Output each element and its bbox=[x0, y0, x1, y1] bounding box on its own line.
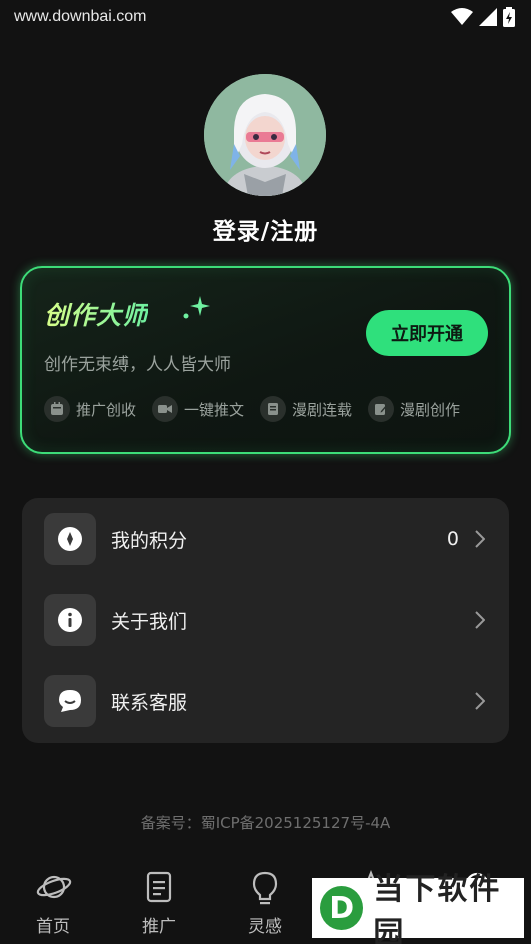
document-icon bbox=[146, 871, 172, 903]
feature-comic-create: 漫剧创作 bbox=[368, 396, 460, 422]
tab-promote[interactable]: 推广 bbox=[106, 860, 212, 944]
watermark-logo: D bbox=[320, 886, 364, 930]
vip-features: 推广创收 一键推文 漫剧连载 漫剧创作 bbox=[44, 396, 476, 422]
watermark: D 当下软件园 bbox=[312, 872, 524, 944]
icp-filing-text: 备案号：蜀ICP备2025125127号-4A bbox=[140, 814, 391, 832]
avatar-illustration bbox=[204, 74, 326, 196]
vip-card: 创作大师 创作无束缚，人人皆大师 立即开通 推广创收 一键推文 漫剧连载 漫剧创… bbox=[20, 266, 511, 454]
chevron-right-icon bbox=[475, 530, 485, 548]
menu-item-points[interactable]: 我的积分 0 bbox=[22, 499, 509, 579]
chevron-right-icon bbox=[475, 692, 485, 710]
vip-subtitle: 创作无束缚，人人皆大师 bbox=[44, 355, 231, 375]
feature-label: 漫剧连载 bbox=[292, 400, 353, 419]
info-icon bbox=[44, 594, 96, 646]
status-bar: www.downbai.com bbox=[0, 0, 531, 34]
chat-icon bbox=[44, 675, 96, 727]
menu-label: 关于我们 bbox=[111, 610, 188, 633]
feature-comic-serial: 漫剧连载 bbox=[260, 396, 352, 422]
vip-title: 创作大师 bbox=[44, 296, 148, 332]
tab-inspiration[interactable]: 灵感 bbox=[212, 860, 318, 944]
login-register-link[interactable]: 登录/注册 bbox=[0, 212, 531, 246]
lightbulb-icon bbox=[252, 871, 278, 905]
feature-label: 推广创收 bbox=[76, 400, 137, 419]
tab-home[interactable]: 首页 bbox=[0, 860, 106, 944]
feature-label: 漫剧创作 bbox=[400, 400, 461, 419]
status-url: www.downbai.com bbox=[14, 8, 147, 25]
points-icon bbox=[44, 513, 96, 565]
edit-icon bbox=[368, 396, 395, 422]
calendar-icon bbox=[44, 396, 70, 422]
avatar[interactable] bbox=[204, 74, 326, 196]
points-value: 0 bbox=[446, 528, 459, 550]
battery-icon bbox=[503, 7, 515, 27]
book-icon bbox=[260, 396, 287, 422]
menu-label: 联系客服 bbox=[111, 691, 188, 714]
activate-vip-button[interactable]: 立即开通 bbox=[366, 310, 488, 356]
sparkle-icon bbox=[183, 296, 210, 319]
video-icon bbox=[152, 396, 179, 422]
watermark-text: 当下软件园 bbox=[373, 872, 502, 944]
wifi-icon bbox=[451, 8, 473, 25]
tab-label: 首页 bbox=[36, 917, 70, 937]
status-icons bbox=[451, 7, 515, 27]
menu-item-about[interactable]: 关于我们 bbox=[22, 580, 509, 660]
planet-icon bbox=[36, 875, 72, 899]
menu-card: 我的积分 0 关于我们 联系客服 bbox=[22, 498, 509, 743]
menu-label: 我的积分 bbox=[111, 529, 188, 552]
signal-icon bbox=[479, 8, 497, 26]
chevron-right-icon bbox=[475, 611, 485, 629]
feature-label: 一键推文 bbox=[184, 400, 245, 419]
menu-item-support[interactable]: 联系客服 bbox=[22, 661, 509, 741]
feature-promote-earn: 推广创收 bbox=[44, 396, 136, 422]
tab-label: 推广 bbox=[142, 917, 176, 937]
feature-one-click-post: 一键推文 bbox=[152, 396, 244, 422]
tab-label: 灵感 bbox=[248, 917, 282, 937]
